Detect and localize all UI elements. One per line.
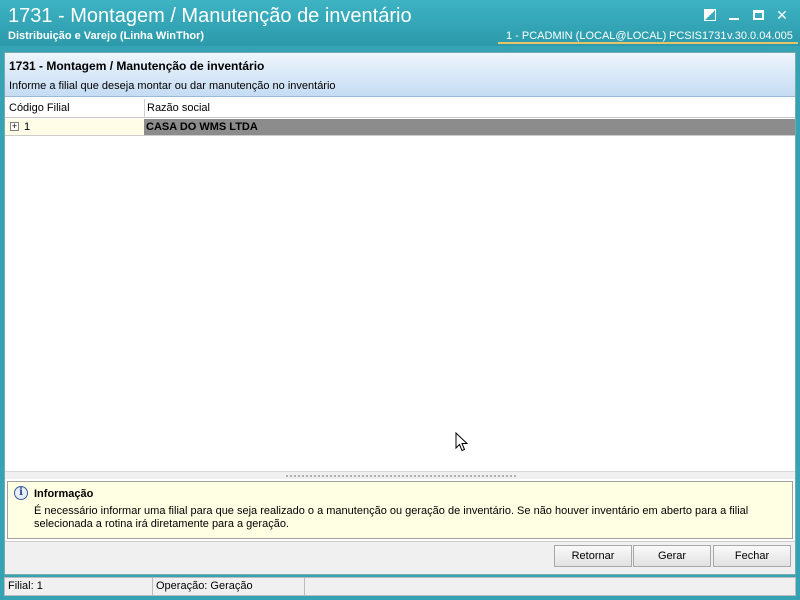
session-program: PCSIS1731 <box>669 30 727 42</box>
grid-header: Código Filial Razão social <box>5 99 795 118</box>
mouse-cursor-icon <box>455 432 469 452</box>
info-text: É necessário informar uma filial para qu… <box>34 505 749 530</box>
gerar-button[interactable]: Gerar <box>633 545 711 567</box>
status-operacao: Operação: Geração <box>153 578 305 595</box>
routine-description: Informe a filial que deseja montar ou da… <box>9 80 336 92</box>
expand-icon[interactable]: + <box>10 122 19 131</box>
info-panel: i Informação É necessário informar uma f… <box>7 481 793 539</box>
cell-razao-social[interactable]: CASA DO WMS LTDA <box>144 119 795 135</box>
button-bar: Retornar Gerar Fechar <box>5 541 795 574</box>
fechar-button[interactable]: Fechar <box>713 545 791 567</box>
session-info: 1 - PCADMIN (LOCAL@LOCAL) PCSIS1731 v.30… <box>498 30 798 44</box>
razao-social-value: CASA DO WMS LTDA <box>146 121 258 133</box>
status-filial: Filial: 1 <box>5 578 153 595</box>
panel-splitter[interactable] <box>5 471 795 479</box>
session-user: 1 - PCADMIN (LOCAL@LOCAL) <box>506 30 667 42</box>
routine-header: 1731 - Montagem / Manutenção de inventár… <box>5 53 795 97</box>
filial-grid[interactable]: Código Filial Razão social + 1 CASA DO W… <box>5 99 795 471</box>
routine-title: 1731 - Montagem / Manutenção de inventár… <box>9 59 265 73</box>
retornar-button[interactable]: Retornar <box>554 545 632 567</box>
minimize-button[interactable] <box>726 7 742 23</box>
status-bar: Filial: 1 Operação: Geração <box>4 577 796 596</box>
close-button[interactable]: ✕ <box>774 7 790 23</box>
cell-codigo-filial[interactable]: + 1 <box>5 119 144 135</box>
restore-layout-icon[interactable] <box>702 7 718 23</box>
info-title: Informação <box>34 488 94 500</box>
title-bar: 1731 - Montagem / Manutenção de inventár… <box>0 0 800 46</box>
window-subtitle: Distribuição e Varejo (Linha WinThor) <box>8 30 205 42</box>
session-version: v.30.0.04.005 <box>727 30 793 42</box>
info-icon: i <box>14 486 28 500</box>
maximize-button[interactable] <box>750 7 766 23</box>
window-controls: ✕ <box>702 7 790 23</box>
codigo-filial-value: 1 <box>24 121 31 133</box>
column-header-razao-social[interactable]: Razão social <box>147 102 210 114</box>
column-header-codigo-filial[interactable]: Código Filial <box>9 102 70 114</box>
splitter-grip[interactable] <box>285 474 517 478</box>
window-title: 1731 - Montagem / Manutenção de inventár… <box>8 5 412 27</box>
table-row[interactable]: + 1 CASA DO WMS LTDA <box>5 119 795 136</box>
main-frame: 1731 - Montagem / Manutenção de inventár… <box>4 52 796 575</box>
